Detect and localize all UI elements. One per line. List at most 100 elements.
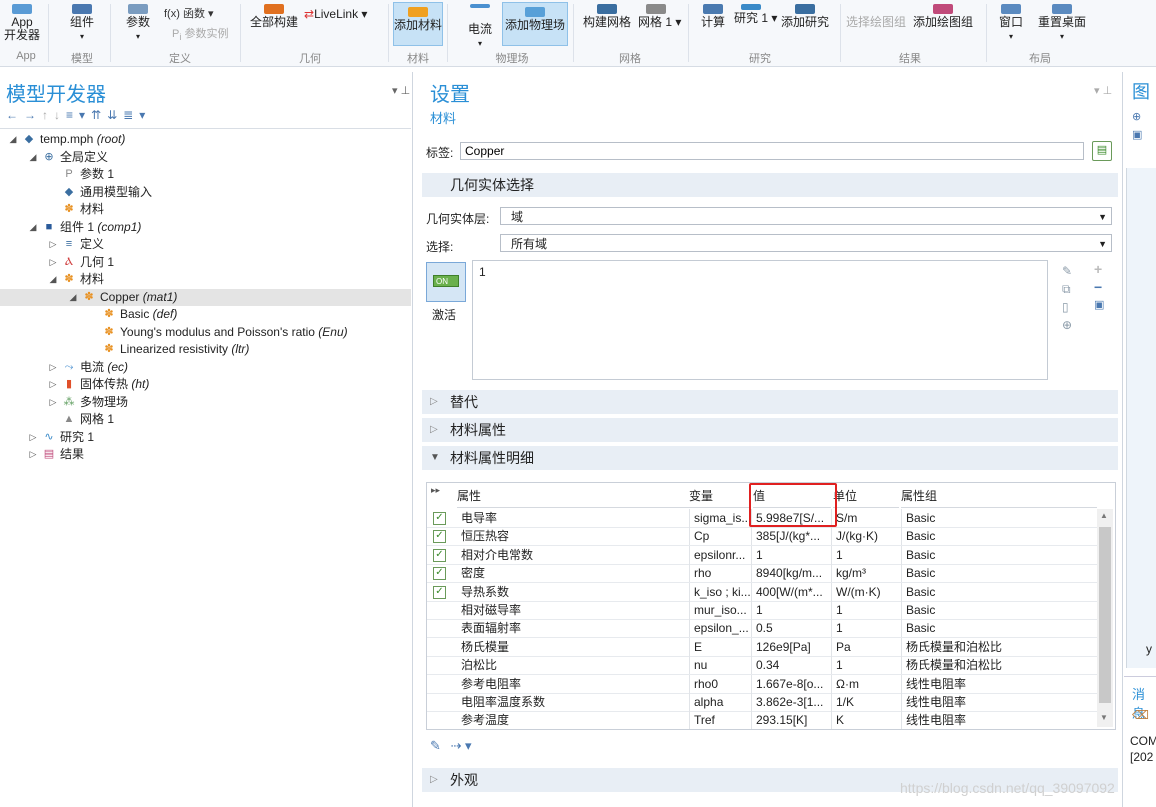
- cell-unit[interactable]: K: [831, 711, 901, 729]
- build-mesh-button[interactable]: 构建网格: [580, 4, 634, 29]
- cell-unit[interactable]: 1: [831, 545, 901, 564]
- components-button[interactable]: 组件 ▾: [62, 4, 102, 43]
- add-plot-group-button[interactable]: 添加绘图组: [912, 4, 974, 29]
- reset-desktop-button[interactable]: 重置桌面 ▾: [1034, 4, 1090, 43]
- cell-var[interactable]: mur_iso...: [689, 601, 751, 619]
- build-all-button[interactable]: 全部构建: [248, 4, 300, 29]
- cell-unit[interactable]: kg/m³: [831, 564, 901, 583]
- tree-item[interactable]: ▲ 网格 1: [0, 411, 411, 428]
- add-material-button[interactable]: 添加材料: [393, 2, 443, 46]
- cell-unit[interactable]: Ω·m: [831, 674, 901, 693]
- add-multiphysics-button[interactable]: 添加物理场: [502, 2, 568, 46]
- scrollbar-thumb[interactable]: [1099, 527, 1111, 703]
- geom-level-select[interactable]: 域 ▼: [500, 207, 1112, 225]
- cell-group[interactable]: 线性电阻率: [901, 674, 1097, 693]
- select-plot-group-button[interactable]: 选择绘图组: [846, 16, 906, 29]
- row-checkbox[interactable]: ✓: [433, 548, 446, 562]
- cell-prop[interactable]: 相对磁导率: [457, 601, 689, 619]
- table-row[interactable]: ✓ 电导率 sigma_is... 5.998e7[S/... S/m Basic: [427, 509, 1097, 528]
- cell-var[interactable]: epsilon_...: [689, 619, 751, 638]
- tree-item[interactable]: ▷ ⁂ 多物理场: [0, 394, 411, 411]
- tree-item[interactable]: ▷ ▤ 结果: [0, 446, 411, 463]
- cell-value[interactable]: 5.998e7[S/...: [751, 509, 831, 527]
- add-icon[interactable]: +: [1094, 260, 1110, 278]
- clear-messages-icon[interactable]: ⌫: [1132, 708, 1149, 722]
- expand-icon[interactable]: ⇈: [91, 108, 107, 122]
- cell-var[interactable]: k_iso ; ki...: [689, 582, 751, 601]
- table-row[interactable]: 表面辐射率 epsilon_... 0.5 1 Basic: [427, 619, 1097, 639]
- material-properties-section[interactable]: ▷ 材料属性: [422, 418, 1118, 442]
- tree-item[interactable]: ▷ ≡ 定义: [0, 236, 411, 253]
- table-options-icon[interactable]: ⇢ ▾: [451, 738, 472, 753]
- down-arrow-icon[interactable]: ↓: [54, 108, 66, 122]
- cell-prop[interactable]: 表面辐射率: [457, 619, 689, 637]
- cell-group[interactable]: Basic: [901, 601, 1097, 619]
- expand-columns-icon[interactable]: ▸▸: [431, 485, 440, 496]
- edit-table-icon[interactable]: ✎: [430, 738, 441, 753]
- cell-group[interactable]: Basic: [901, 545, 1097, 564]
- table-row[interactable]: ✓ 恒压热容 Cp 385[J/(kg*... J/(kg·K) Basic: [427, 527, 1097, 547]
- table-row[interactable]: ✓ 导热系数 k_iso ; ki... 400[W/(m*... W/(m·K) Bas…: [427, 582, 1097, 602]
- tree-item[interactable]: ✽ Linearized resistivity (ltr): [0, 341, 411, 358]
- tree-item[interactable]: ◢ ◆ temp.mph (root): [0, 131, 411, 148]
- livelink-button[interactable]: ⇄LiveLink ▾: [304, 8, 367, 21]
- collapse-icon[interactable]: ◢: [28, 149, 38, 166]
- clear-selection-icon[interactable]: ▣: [1094, 296, 1110, 314]
- selection-list[interactable]: 1: [472, 260, 1048, 380]
- material-contents-section[interactable]: ▼ 材料属性明细: [422, 446, 1118, 470]
- functions-button[interactable]: f(x) 函数 ▾: [164, 8, 214, 21]
- cell-group[interactable]: Basic: [901, 527, 1097, 546]
- table-row[interactable]: 电阻率温度系数 alpha 3.862e-3[1... 1/K 线性电阻率: [427, 693, 1097, 712]
- tree-item[interactable]: ◢ ✽ 材料: [0, 271, 411, 288]
- tree-item[interactable]: P 参数 1: [0, 166, 411, 183]
- cell-prop[interactable]: 杨氏模量: [457, 638, 689, 656]
- label-input[interactable]: [460, 142, 1084, 160]
- scroll-down-icon[interactable]: ▼: [1100, 713, 1108, 722]
- cell-value[interactable]: 293.15[K]: [751, 711, 831, 729]
- clipboard-icon[interactable]: ▯: [1062, 298, 1078, 316]
- cell-unit[interactable]: S/m: [831, 509, 901, 527]
- expand-icon[interactable]: ▷: [28, 429, 38, 446]
- override-section[interactable]: ▷ 替代: [422, 390, 1118, 414]
- cell-value[interactable]: 1: [751, 545, 831, 564]
- copy-selection-icon[interactable]: ⧉: [1062, 280, 1078, 298]
- cell-group[interactable]: 线性电阻率: [901, 693, 1097, 711]
- cell-prop[interactable]: 参考电阻率: [457, 675, 689, 693]
- column-header[interactable]: 单位: [833, 483, 899, 508]
- expand-icon[interactable]: ▷: [48, 236, 58, 253]
- expand-icon[interactable]: ▷: [48, 394, 58, 411]
- current-button[interactable]: 电流 ▾: [462, 4, 498, 50]
- paste-selection-icon[interactable]: ✎: [1062, 262, 1078, 280]
- tree-item[interactable]: ◆ 通用模型输入: [0, 184, 411, 201]
- parameters-button[interactable]: 参数 ▾: [118, 4, 158, 43]
- cell-prop[interactable]: 密度: [457, 564, 689, 582]
- graphics-canvas[interactable]: [1126, 168, 1156, 668]
- window-button[interactable]: 窗口 ▾: [996, 4, 1026, 43]
- table-row[interactable]: 参考电阻率 rho0 1.667e-8[o... Ω·m 线性电阻率: [427, 674, 1097, 694]
- cell-value[interactable]: 0.5: [751, 619, 831, 638]
- row-checkbox[interactable]: ✓: [433, 567, 446, 581]
- back-arrow-icon[interactable]: ←: [6, 108, 24, 122]
- table-row[interactable]: ✓ 相对介电常数 epsilonr... 1 1 Basic: [427, 545, 1097, 565]
- expand-icon[interactable]: ▷: [48, 376, 58, 393]
- cell-prop[interactable]: 电阻率温度系数: [457, 693, 689, 711]
- tree-item[interactable]: ◢ ■ 组件 1 (comp1): [0, 219, 411, 236]
- cell-value[interactable]: 1: [751, 601, 831, 619]
- collapse-icon[interactable]: ◢: [68, 289, 78, 306]
- panel-menu-icon[interactable]: ▾ ⊥: [1094, 84, 1112, 97]
- label-edit-icon[interactable]: ▤: [1092, 141, 1112, 161]
- tree-item[interactable]: ✽ Basic (def): [0, 306, 411, 323]
- cell-var[interactable]: E: [689, 637, 751, 656]
- row-checkbox[interactable]: ✓: [433, 530, 446, 544]
- view-options-icon[interactable]: ≣▾: [123, 108, 151, 122]
- tree-item[interactable]: ▷ ⤳ 电流 (ec): [0, 359, 411, 376]
- study1-button[interactable]: 研究 1 ▾: [734, 4, 777, 25]
- remove-icon[interactable]: −: [1094, 278, 1110, 296]
- selection-select[interactable]: 所有域 ▼: [500, 234, 1112, 252]
- cell-var[interactable]: epsilonr...: [689, 545, 751, 564]
- app-builder-button[interactable]: App 开发器: [4, 4, 40, 42]
- cell-unit[interactable]: 1: [831, 656, 901, 675]
- zoom-selection-icon[interactable]: ⊕: [1062, 316, 1078, 334]
- mesh1-button[interactable]: 网格 1 ▾: [638, 4, 681, 29]
- expand-icon[interactable]: ▷: [48, 359, 58, 376]
